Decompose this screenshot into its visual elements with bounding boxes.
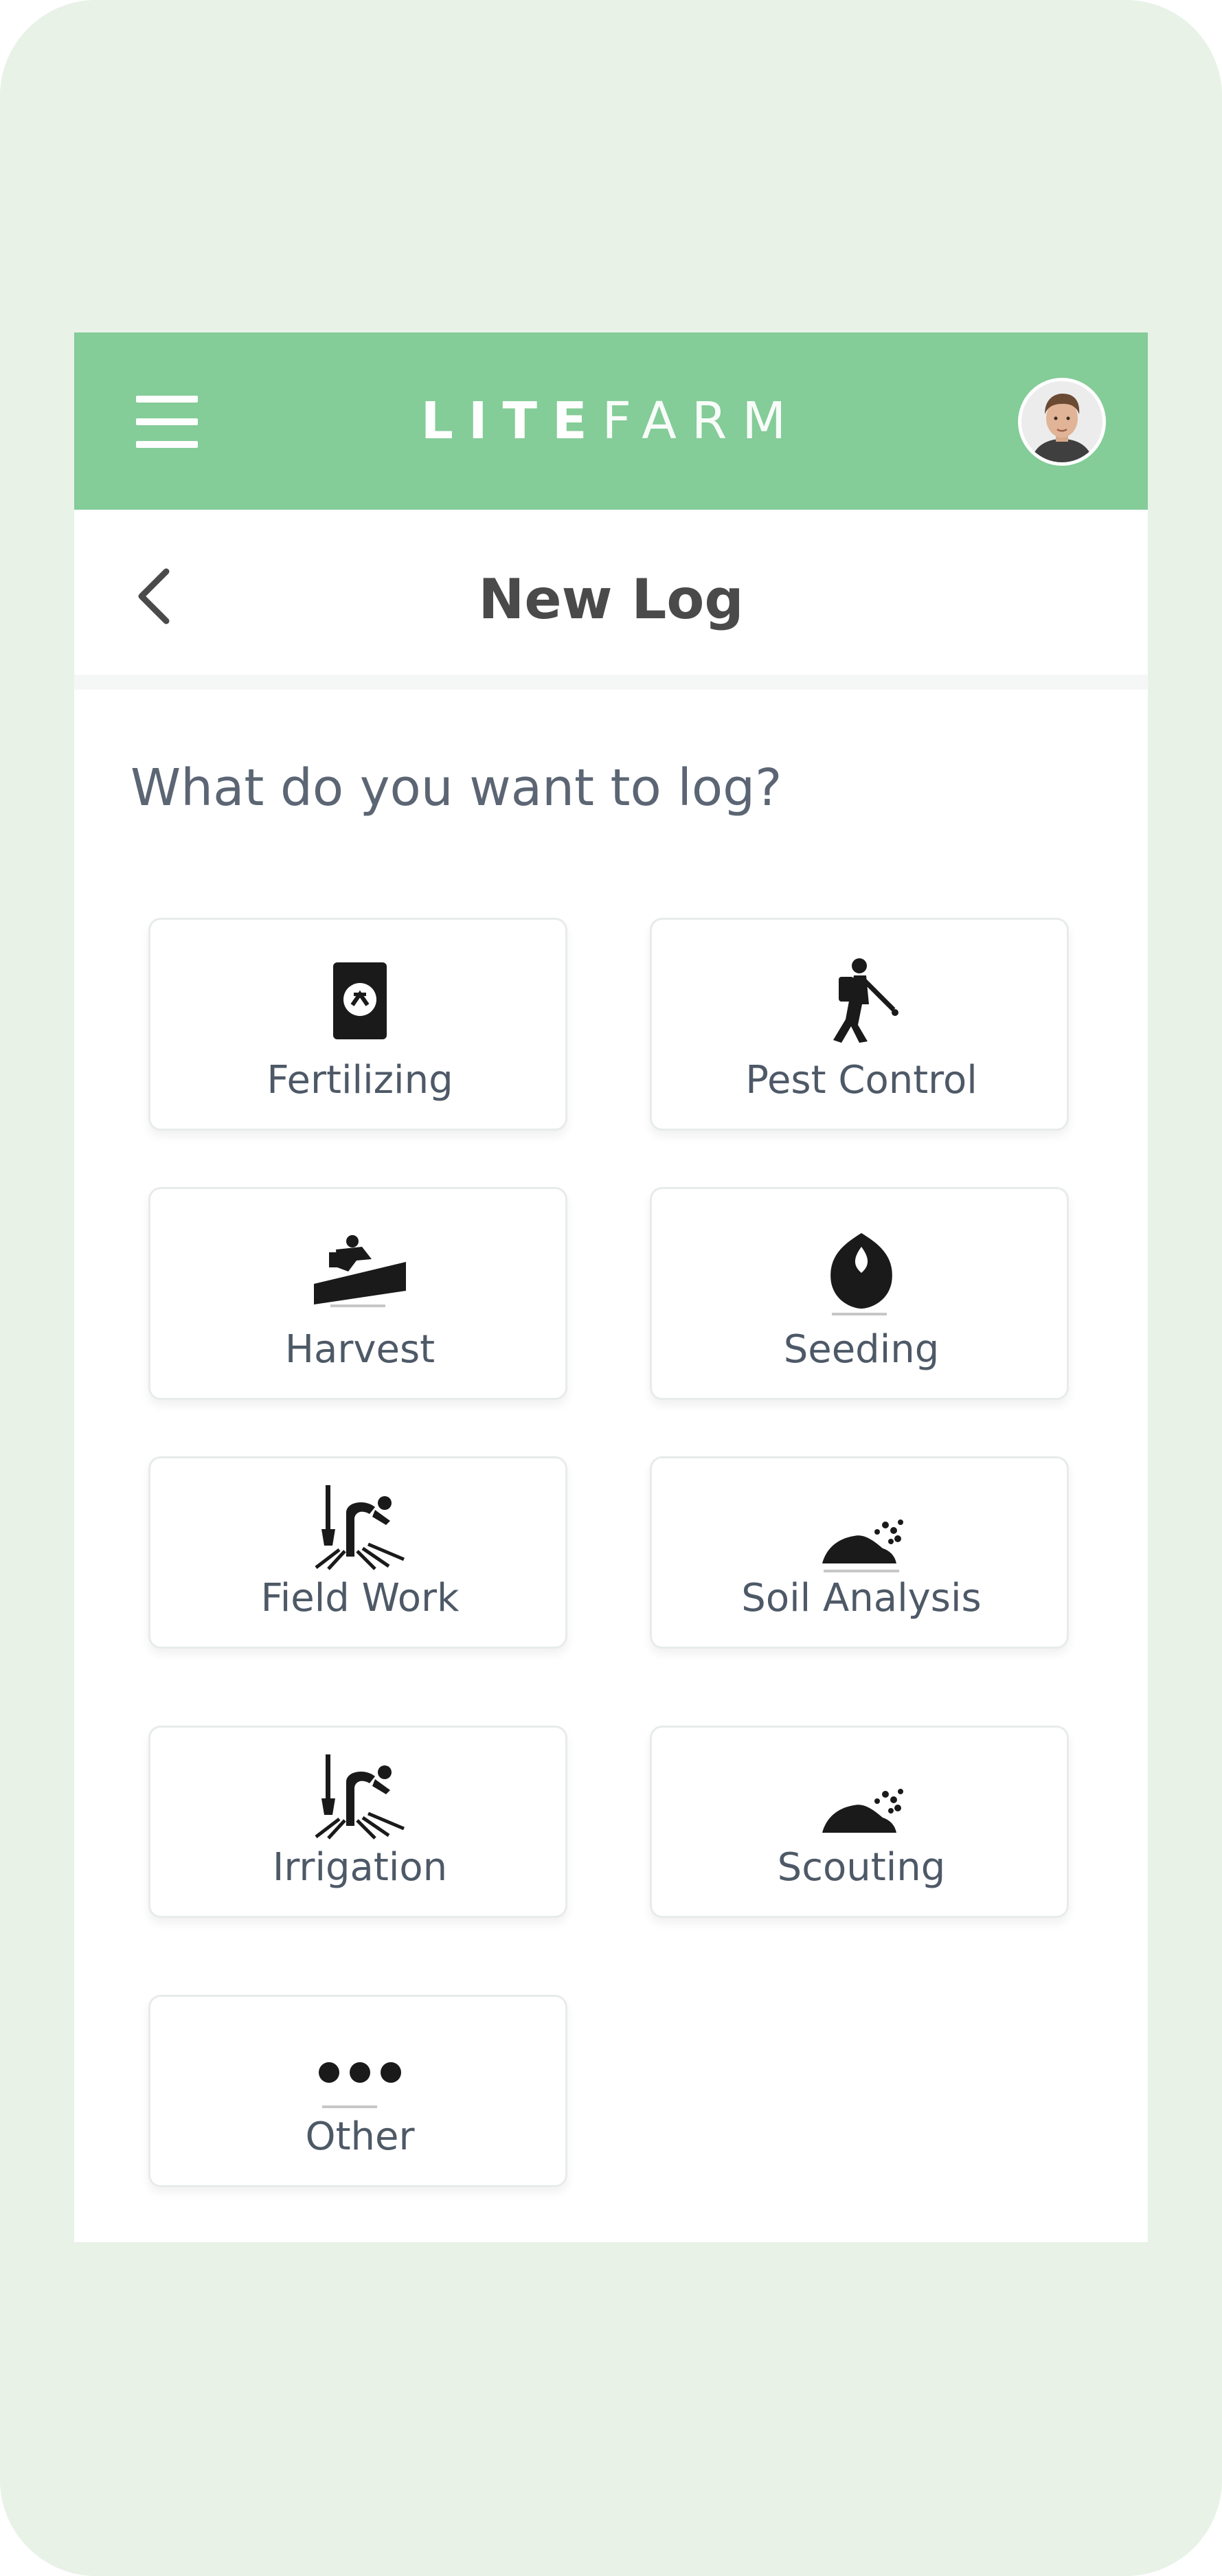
tile-other[interactable]: Other [148,1995,567,2187]
tile-fertilizing[interactable]: Fertilizing [148,918,567,1131]
top-bar: LITE FARM [74,332,1148,510]
tile-harvest[interactable]: Harvest [148,1187,567,1400]
avatar-image [1021,381,1102,462]
tile-scouting[interactable]: Scouting [650,1726,1069,1918]
field-work-icon [150,1479,569,1575]
avatar[interactable] [1018,378,1106,466]
tile-label: Other [305,2114,415,2159]
tile-field-work[interactable]: Field Work [148,1456,567,1649]
brand-light: FARM [602,392,802,451]
device-frame: LITE FARM New Log What do you want to lo… [0,0,1222,2576]
tile-label: Soil Analysis [741,1576,982,1620]
icon-caption [330,1304,385,1307]
tile-label: Harvest [284,1327,435,1372]
app-screen: LITE FARM New Log What do you want to lo… [74,332,1148,2242]
brand-logo: LITE FARM [74,332,1148,510]
irrigation-icon [150,1748,569,1844]
header-divider [74,675,1148,690]
tile-irrigation[interactable]: Irrigation [148,1726,567,1918]
tile-label: Scouting [777,1845,946,1890]
tile-label: Field Work [260,1576,460,1620]
tile-label: Pest Control [745,1058,977,1103]
tile-label: Fertilizing [267,1058,453,1103]
tile-label: Irrigation [272,1845,448,1890]
fertilizer-bag-icon [150,953,569,1049]
seedling-icon [652,1222,1071,1318]
prompt-text: What do you want to log? [131,758,782,817]
scouting-icon [652,1761,1071,1857]
chevron-left-icon [138,568,170,624]
harvest-icon [150,1222,569,1318]
tile-label: Seeding [783,1327,940,1372]
page-header: New Log [74,510,1148,675]
tile-pest-control[interactable]: Pest Control [650,918,1069,1131]
icon-caption [832,1313,887,1315]
icon-caption [824,1570,899,1572]
page-title: New Log [478,567,744,631]
brand-bold: LITE [420,392,602,451]
icon-caption [322,2105,377,2108]
soil-icon [652,1491,1071,1588]
tile-soil-analysis[interactable]: Soil Analysis [650,1456,1069,1649]
pest-sprayer-icon [652,953,1071,1049]
tile-seeding[interactable]: Seeding [650,1187,1069,1400]
back-button[interactable] [128,567,183,625]
